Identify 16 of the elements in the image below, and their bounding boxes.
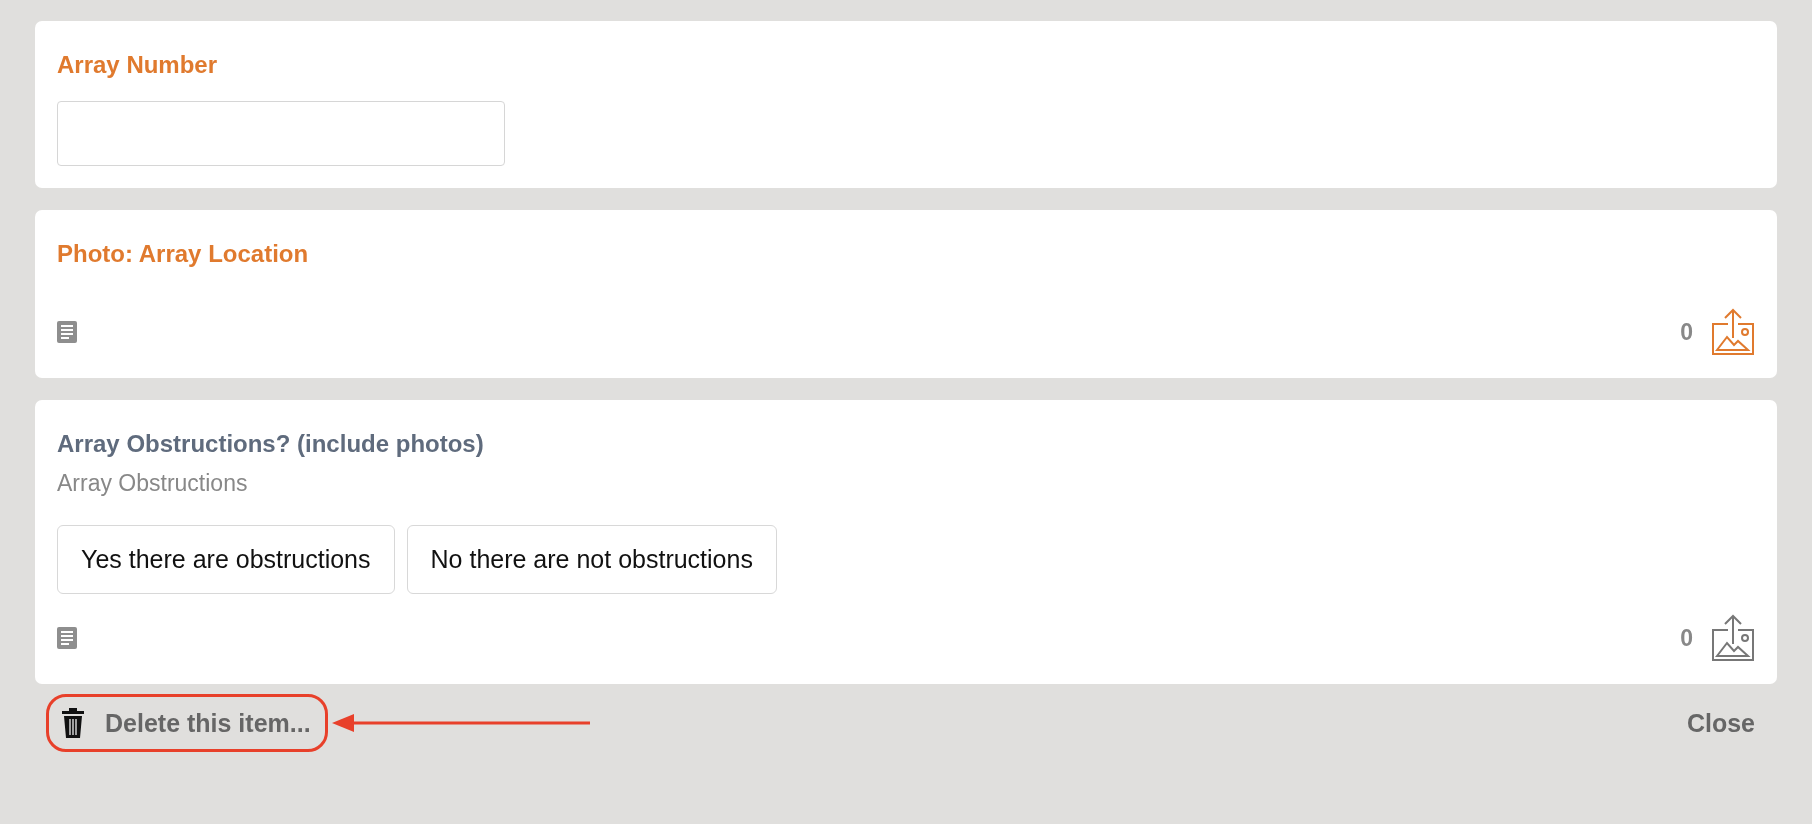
question-title: Array Number	[57, 51, 219, 79]
photo-count: 0	[1680, 624, 1693, 652]
close-button[interactable]: Close	[1686, 708, 1755, 738]
note-icon[interactable]	[57, 321, 77, 343]
note-icon[interactable]	[57, 627, 77, 649]
photo-count: 0	[1680, 318, 1693, 346]
trash-icon	[61, 707, 85, 739]
question-title: Photo: Array Location	[57, 240, 310, 268]
question-title: Array Obstructions? (include photos)	[57, 430, 485, 458]
option-button[interactable]: Yes there are obstructions	[57, 525, 395, 594]
option-button[interactable]: No there are not obstructions	[406, 525, 777, 594]
text-input-field[interactable]	[57, 101, 505, 166]
question-subtitle: Array Obstructions	[57, 470, 249, 497]
image-upload-icon[interactable]	[1711, 614, 1755, 662]
image-upload-icon[interactable]	[1711, 308, 1755, 356]
delete-button[interactable]: Delete this item...	[46, 694, 328, 752]
